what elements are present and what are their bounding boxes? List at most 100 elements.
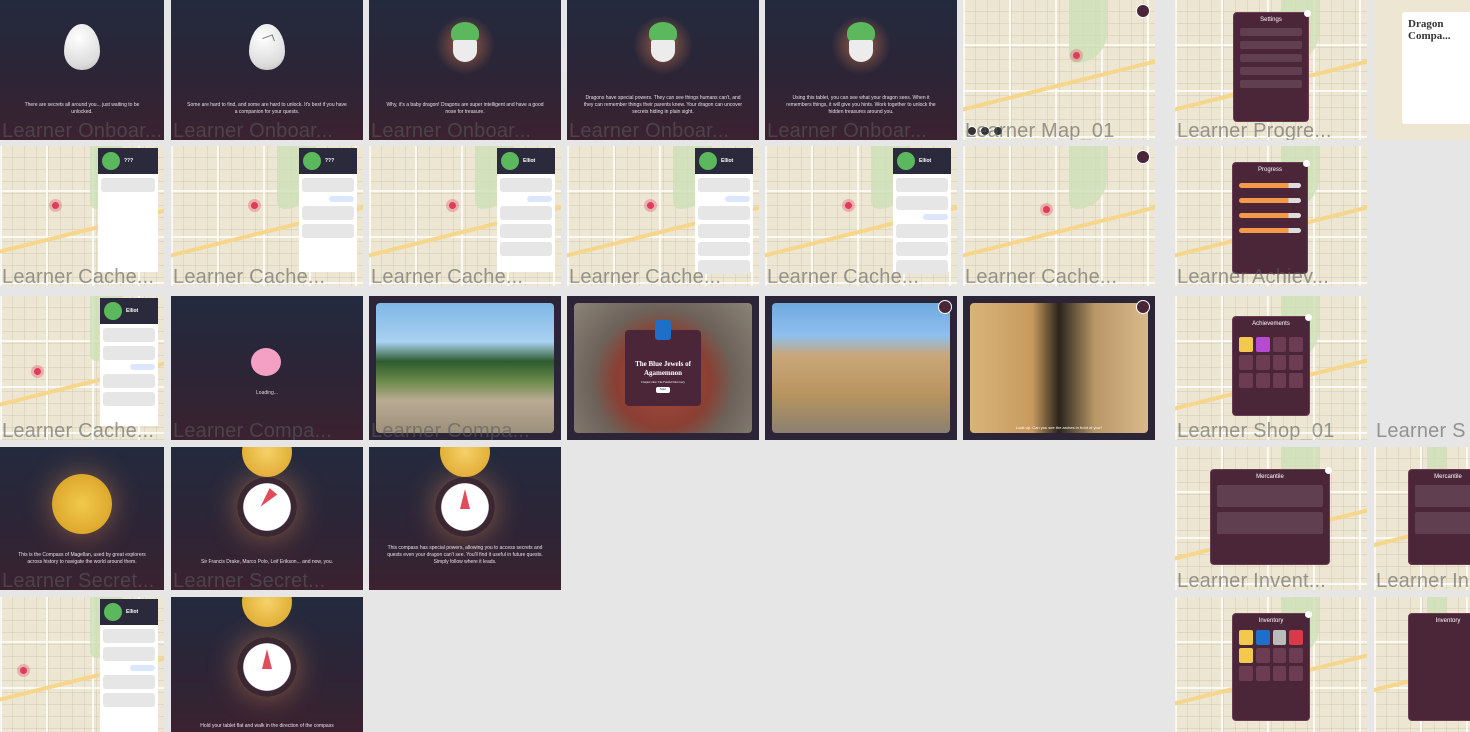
dragon-avatar-icon[interactable] bbox=[1136, 4, 1150, 18]
frame-label: Learner Onboar... bbox=[173, 120, 334, 140]
frame-cache-4[interactable]: Elliot Learner Cache... bbox=[567, 146, 759, 286]
dragon-avatar-icon[interactable] bbox=[938, 300, 952, 314]
frame-cache-7[interactable]: Elliot Learner Cache... bbox=[0, 296, 164, 440]
location-pin-icon[interactable] bbox=[1073, 52, 1080, 59]
caption: Why, it's a baby dragon! Dragons are sup… bbox=[386, 102, 544, 115]
frame-shop-partial[interactable]: Learner S bbox=[1374, 296, 1470, 440]
frame-onboarding-2[interactable]: Some are hard to find, and some are hard… bbox=[171, 0, 363, 140]
egg-icon bbox=[64, 24, 100, 70]
frame-inventory-2[interactable]: Inventory bbox=[1374, 597, 1470, 732]
frame-label: Learner In bbox=[1376, 570, 1470, 590]
compass-icon bbox=[435, 477, 495, 538]
frame-label: Learner S bbox=[1376, 420, 1466, 440]
close-icon[interactable] bbox=[1304, 10, 1311, 17]
frame-cache-8[interactable]: Elliot bbox=[0, 597, 164, 732]
frame-church-photo[interactable] bbox=[765, 296, 957, 440]
frame-secret-2[interactable]: Sir Francis Drake, Marco Polo, Leif Erik… bbox=[171, 447, 363, 590]
frame-arches-photo[interactable]: Look up. Can you see the arches in front… bbox=[963, 296, 1155, 440]
frame-label: Learner Cache... bbox=[173, 266, 326, 286]
frame-onboarding-4[interactable]: Dragons have special powers. They can se… bbox=[567, 0, 759, 140]
campus-photo bbox=[376, 303, 554, 433]
frame-label: Learner Achiev... bbox=[1177, 266, 1330, 286]
caption: Some are hard to find, and some are hard… bbox=[187, 102, 347, 115]
inventory-panel: Inventory bbox=[1232, 611, 1312, 721]
quest-card: The Blue Jewels of Agamemnon Chapter One… bbox=[625, 320, 701, 406]
panel-title: Inventory bbox=[1258, 618, 1284, 624]
frame-label: Learner Compa... bbox=[371, 420, 530, 440]
design-canvas: There are secrets all around you... just… bbox=[0, 0, 1470, 732]
frame-label: Learner Onboar... bbox=[371, 120, 532, 140]
caption: Dragons have special powers. They can se… bbox=[583, 95, 743, 115]
frame-label: Learner Onboar... bbox=[767, 120, 928, 140]
close-icon[interactable] bbox=[1303, 160, 1310, 167]
frame-onboarding-3[interactable]: Why, it's a baby dragon! Dragons are sup… bbox=[369, 0, 561, 140]
frame-secret-3[interactable]: This compass has special powers, allowin… bbox=[369, 447, 561, 590]
frame-onboarding-1[interactable]: There are secrets all around you... just… bbox=[0, 0, 164, 140]
coin-icon bbox=[440, 447, 490, 477]
chat-name: Elliot bbox=[126, 609, 139, 615]
frame-inventory[interactable]: Inventory bbox=[1175, 597, 1367, 732]
close-icon[interactable] bbox=[1305, 611, 1312, 618]
frame-label: Learner Onboar... bbox=[569, 120, 730, 140]
frame-map[interactable]: Learner Map_01 bbox=[963, 0, 1155, 140]
settings-panel: Settings bbox=[1233, 10, 1311, 122]
frame-cache-1[interactable]: ??? Learner Cache... bbox=[0, 146, 164, 286]
dragon-avatar-icon[interactable] bbox=[1136, 150, 1150, 164]
panel-title: Inventory bbox=[1435, 618, 1461, 624]
loading-text: Loading... bbox=[256, 390, 278, 396]
compass-icon bbox=[237, 477, 297, 538]
frame-companion-loading[interactable]: Loading... Learner Compa... bbox=[171, 296, 363, 440]
frame-cache-3[interactable]: Elliot Learner Cache... bbox=[369, 146, 561, 286]
frame-cache-5[interactable]: Elliot Learner Cache... bbox=[765, 146, 957, 286]
baby-dragon-icon bbox=[832, 14, 890, 76]
coin-icon bbox=[242, 447, 292, 477]
hatched-dragon-icon bbox=[251, 348, 281, 376]
caption: Using this tablet, you can see what your… bbox=[786, 95, 936, 115]
chat-name: ??? bbox=[325, 158, 335, 164]
caption: Sir Francis Drake, Marco Polo, Leif Erik… bbox=[201, 559, 333, 565]
frame-onboarding-5[interactable]: Using this tablet, you can see what your… bbox=[765, 0, 957, 140]
caption: This is the Compass of Magellan, used by… bbox=[18, 552, 146, 565]
frame-cache-6[interactable]: Learner Cache... bbox=[963, 146, 1155, 286]
frame-achievements[interactable]: Achievements Learner Shop_01 bbox=[1175, 296, 1367, 440]
blue-jewel-icon bbox=[655, 320, 671, 340]
dragon-avatar-icon[interactable] bbox=[1136, 300, 1150, 314]
frame-companion-photo[interactable]: Learner Compa... bbox=[369, 296, 561, 440]
frame-secret-4[interactable]: Hold your tablet flat and walk in the di… bbox=[171, 597, 363, 732]
frame-mercantile[interactable]: Mercantile Learner Invent... bbox=[1175, 447, 1367, 590]
frame-label: Learner Invent... bbox=[1177, 570, 1327, 590]
cracked-egg-icon bbox=[249, 24, 285, 70]
dragon-icon bbox=[897, 152, 915, 170]
caption: There are secrets all around you... just… bbox=[24, 102, 140, 115]
start-button[interactable]: Start bbox=[656, 387, 670, 393]
frame-label: Learner Cache... bbox=[2, 266, 155, 286]
frame-label: Learner Map_01 bbox=[965, 120, 1115, 140]
quest-subtitle: Chapter One: The Fateful Discovery bbox=[641, 380, 685, 384]
close-icon[interactable] bbox=[1325, 467, 1332, 474]
frame-quest-intro[interactable]: The Blue Jewels of Agamemnon Chapter One… bbox=[567, 296, 759, 440]
frame-label: Learner Cache... bbox=[371, 266, 524, 286]
hint-text: Look up. Can you see the arches in front… bbox=[1015, 425, 1103, 430]
panel-title: Achievements bbox=[1252, 321, 1290, 327]
frame-secret-1[interactable]: This is the Compass of Magellan, used by… bbox=[0, 447, 164, 590]
frame-label: Learner Cache... bbox=[2, 420, 155, 440]
frame-progress[interactable]: Progress Learner Achiev... bbox=[1175, 146, 1367, 286]
frame-label: Learner Onboar... bbox=[2, 120, 163, 140]
panel-title: Mercantile bbox=[1434, 474, 1462, 480]
mercantile-panel: Mercantile bbox=[1408, 469, 1470, 565]
chat-name: Elliot bbox=[126, 308, 139, 314]
chat-name: ??? bbox=[124, 158, 134, 164]
dragon-info-card: Dragon Compa... bbox=[1402, 12, 1470, 124]
dragon-icon bbox=[303, 152, 321, 170]
chat-name: Elliot bbox=[523, 158, 536, 164]
compass-icon bbox=[52, 474, 112, 535]
frame-dragon-info[interactable]: Dragon Compa... bbox=[1374, 0, 1470, 140]
caption: This compass has special powers, allowin… bbox=[387, 545, 543, 565]
frame-settings[interactable]: Settings Learner Progre... bbox=[1175, 0, 1367, 140]
frame-cache-2[interactable]: ??? Learner Cache... bbox=[171, 146, 363, 286]
compass-icon bbox=[237, 637, 297, 698]
close-icon[interactable] bbox=[1305, 314, 1312, 321]
chat-name: Elliot bbox=[721, 158, 734, 164]
frame-label: Learner Secret... bbox=[173, 570, 326, 590]
frame-mercantile-2[interactable]: Mercantile Learner In bbox=[1374, 447, 1470, 590]
